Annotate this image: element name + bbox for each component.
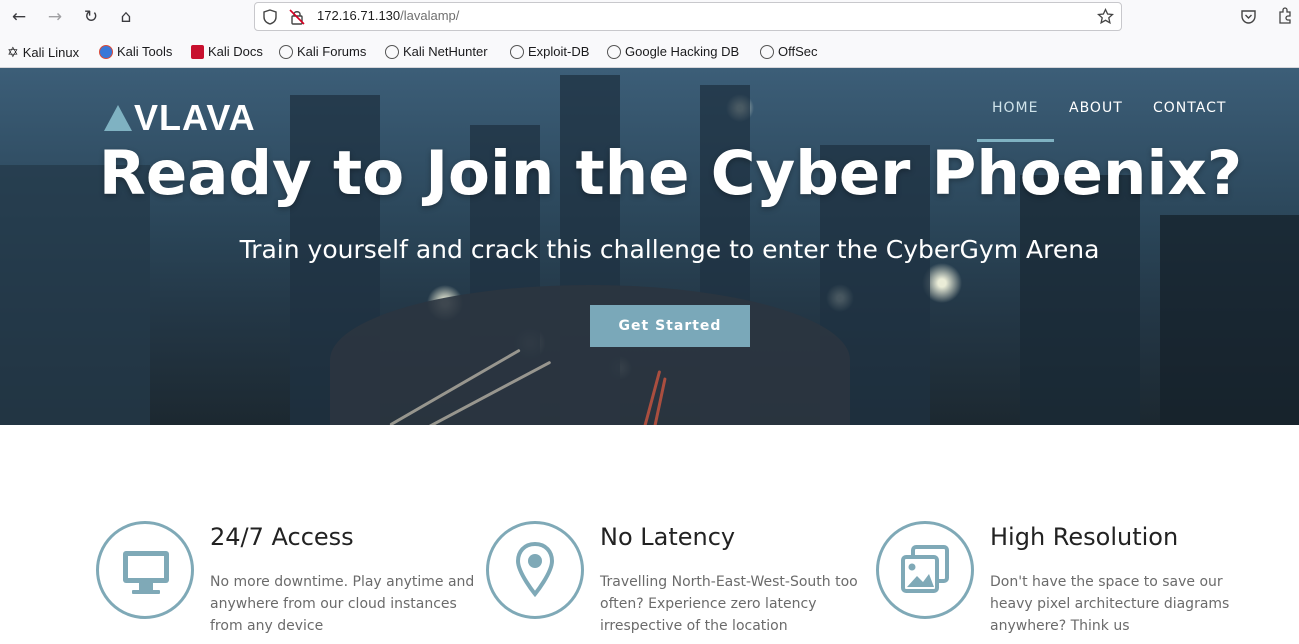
hero-section: VLAVA HOME ABOUT CONTACT Ready to Join t… <box>0 68 1299 425</box>
bookmark-label: Kali Docs <box>208 44 263 59</box>
globe-icon <box>607 44 621 59</box>
bookmark-kali-tools[interactable]: Kali Tools <box>99 44 172 59</box>
building-silhouette <box>1020 175 1140 425</box>
feature-title: 24/7 Access <box>210 523 354 551</box>
bookmark-label: Exploit-DB <box>528 44 590 59</box>
bookmarks-bar: ✡ Kali Linux Kali Tools Kali Docs Kali Fo… <box>0 40 1299 65</box>
bookmark-google-hacking-db[interactable]: Google Hacking DB <box>607 44 739 59</box>
logo-text: VLAVA <box>134 97 256 138</box>
monitor-icon <box>96 521 194 619</box>
globe-icon <box>385 44 399 59</box>
bookmark-label: Kali Tools <box>117 44 173 59</box>
kali-tools-icon <box>99 44 113 59</box>
kali-dragon-icon: ✡ <box>7 44 19 60</box>
bookmark-label: Kali NetHunter <box>403 44 488 59</box>
feature-title: No Latency <box>600 523 736 551</box>
home-icon[interactable]: ⌂ <box>114 5 138 29</box>
nav-contact[interactable]: CONTACT <box>1153 100 1226 116</box>
images-icon <box>876 521 974 619</box>
bookmark-kali-docs[interactable]: Kali Docs <box>191 44 263 59</box>
shield-icon <box>263 9 277 25</box>
bookmark-label: Google Hacking DB <box>625 44 740 59</box>
hero-subtitle: Train yourself and crack this challenge … <box>239 235 1100 264</box>
nav-about[interactable]: ABOUT <box>1069 100 1123 116</box>
feature-title: High Resolution <box>990 523 1179 551</box>
pocket-icon[interactable] <box>1240 8 1257 25</box>
get-started-button[interactable]: Get Started <box>590 305 750 347</box>
feature-text: No more downtime. Play anytime and anywh… <box>210 574 475 634</box>
hero-title: Ready to Join the Cyber Phoenix? <box>98 138 1243 209</box>
bookmark-offsec[interactable]: OffSec <box>760 44 818 59</box>
globe-icon <box>510 44 524 59</box>
nav-home[interactable]: HOME <box>992 100 1038 116</box>
browser-toolbar: ← → ↻ ⌂ 172.16.71.130/lavalamp/ ✡ Kali Li… <box>0 0 1299 68</box>
site-logo[interactable]: VLAVA <box>104 97 256 138</box>
map-pin-icon <box>486 521 584 619</box>
kali-docs-icon <box>191 44 204 59</box>
reload-icon[interactable]: ↻ <box>79 5 103 29</box>
feature-text: Travelling North-East-West-South too oft… <box>600 574 858 634</box>
extensions-icon[interactable] <box>1276 7 1294 25</box>
forward-icon[interactable]: → <box>43 5 67 29</box>
back-icon[interactable]: ← <box>7 5 31 29</box>
bookmark-kali-linux[interactable]: ✡ Kali Linux <box>7 44 79 61</box>
globe-icon <box>279 44 293 59</box>
bookmark-label: OffSec <box>778 44 818 59</box>
bookmark-exploit-db[interactable]: Exploit-DB <box>510 44 589 59</box>
bookmark-label: Kali Linux <box>22 45 80 60</box>
globe-icon <box>760 44 774 59</box>
logo-triangle-icon <box>104 105 132 131</box>
insecure-lock-icon <box>289 9 305 25</box>
bookmark-kali-nethunter[interactable]: Kali NetHunter <box>385 44 488 59</box>
url-text: 172.16.71.130/lavalamp/ <box>317 8 460 23</box>
url-bar[interactable]: 172.16.71.130/lavalamp/ <box>254 2 1122 31</box>
bookmark-kali-forums[interactable]: Kali Forums <box>279 44 366 59</box>
star-icon[interactable] <box>1097 8 1114 25</box>
feature-text: Don't have the space to save our heavy p… <box>990 574 1230 634</box>
bookmark-label: Kali Forums <box>297 44 367 59</box>
